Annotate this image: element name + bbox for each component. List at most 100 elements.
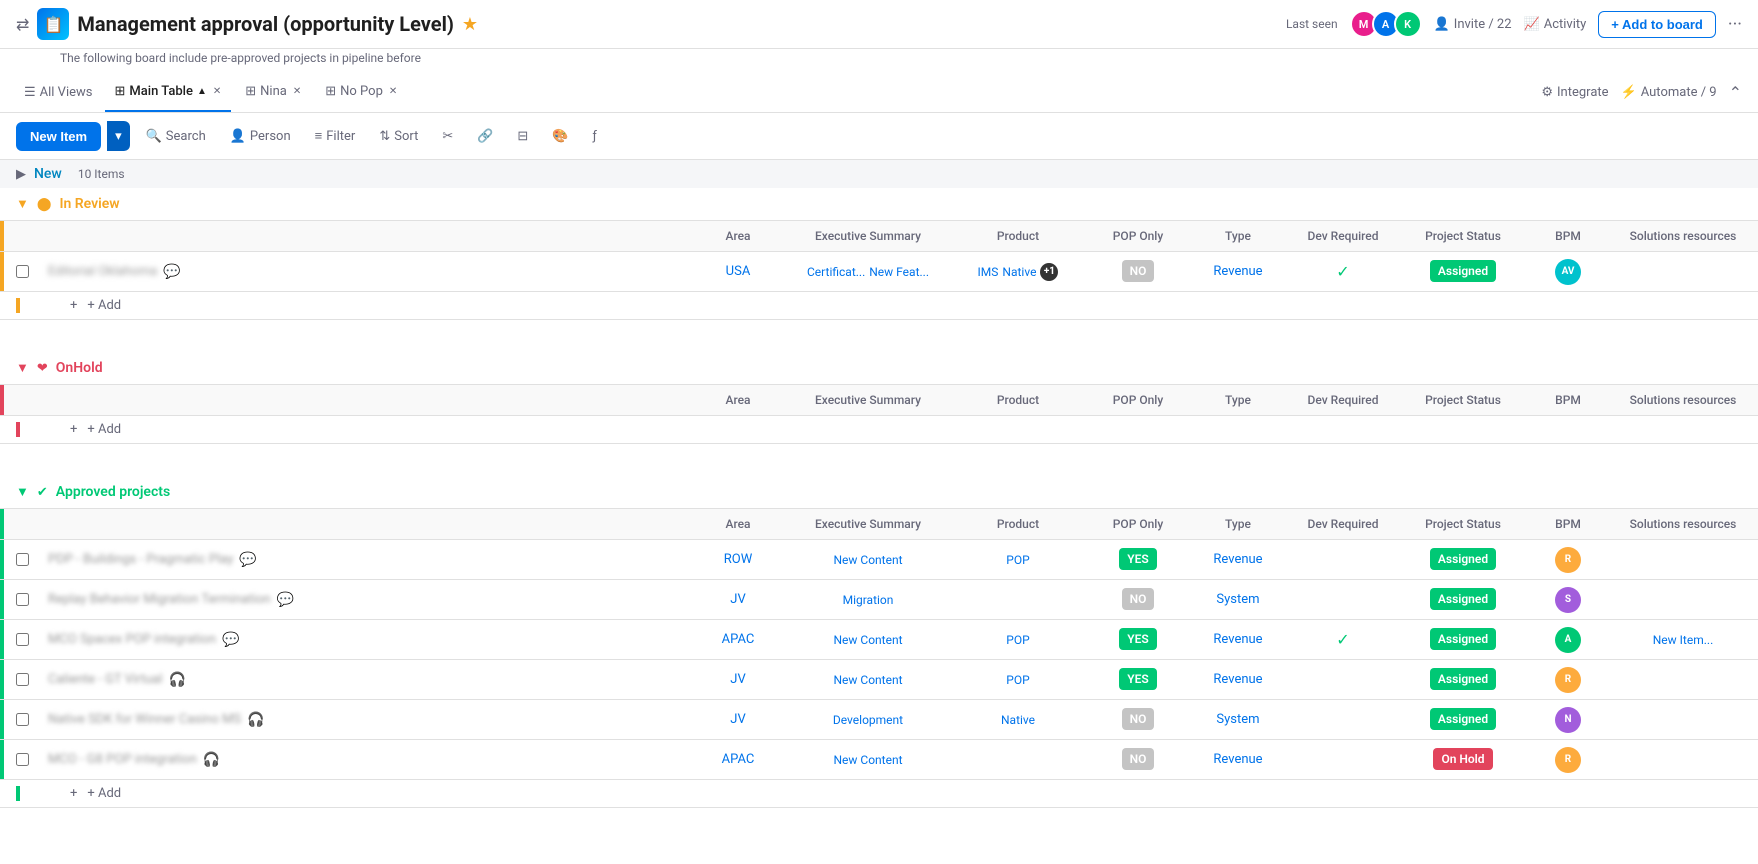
row-status-caliente[interactable]: Assigned [1398,668,1528,691]
filter-button[interactable]: ≡ Filter [307,122,364,150]
invite-button[interactable]: 👤 Invite / 22 [1434,17,1512,32]
row-bpm-caliente[interactable]: R [1528,663,1608,697]
row-bpm-mco-g8[interactable]: R [1528,743,1608,777]
row-status-mco-g8[interactable]: On Hold [1398,748,1528,771]
row-exec-cell[interactable]: Certificat... New Feat... [788,257,948,287]
row-area-caliente[interactable]: JV [688,664,788,695]
col-area-header-ap[interactable]: Area [688,509,788,539]
row-area-native-sdk[interactable]: JV [688,704,788,735]
row-status-pdp[interactable]: Assigned [1398,548,1528,571]
new-item-dropdown-button[interactable]: ▾ [107,121,130,151]
row-cb-native-sdk[interactable] [4,713,40,726]
row-type-mco-g8[interactable]: Revenue [1188,744,1288,775]
add-row-approved[interactable]: + + Add [0,780,1758,808]
new-item-button[interactable]: New Item [16,122,101,151]
row-dev-native-sdk[interactable] [1288,712,1398,728]
more-options-button[interactable]: ··· [1728,14,1742,35]
search-button[interactable]: 🔍 Search [138,123,214,150]
formula-button[interactable]: ƒ [585,123,605,150]
collapse-button[interactable]: ⌃ [1729,83,1742,102]
col-pop-header[interactable]: POP Only [1088,221,1188,251]
row-bpm-native-sdk[interactable]: N [1528,703,1608,737]
share-icon[interactable]: ⇄ [16,15,29,34]
exec-tag-1[interactable]: Certificat... [807,265,865,279]
row-name-replay[interactable]: Replay Behavior Migration Termination 💬 [40,584,688,616]
col-type-header[interactable]: Type [1188,221,1288,251]
col-dev-header-oh[interactable]: Dev Required [1288,385,1398,415]
col-exec-header[interactable]: Executive Summary [788,221,948,251]
add-to-board-button[interactable]: + Add to board [1598,11,1716,38]
product-tag-ims[interactable]: IMS [978,265,999,279]
row-name-mco-g8[interactable]: MCO - G8 POP integration 🎧 [40,744,688,776]
row-type-mco-spacex[interactable]: Revenue [1188,624,1288,655]
row-pop-mco-spacex[interactable]: YES [1088,628,1188,651]
col-exec-header-ap[interactable]: Executive Summary [788,509,948,539]
col-type-header-ap[interactable]: Type [1188,509,1288,539]
row-product-cell[interactable]: IMS Native +1 [948,255,1088,289]
col-dev-header-ap[interactable]: Dev Required [1288,509,1398,539]
col-area-header-oh[interactable]: Area [688,385,788,415]
tab-nina[interactable]: ⊞ Nina ✕ [235,73,311,112]
col-bpm-header-ap[interactable]: BPM [1528,509,1608,539]
row-area-mco-spacex[interactable]: APAC [688,624,788,655]
activity-button[interactable]: 📈 Activity [1524,17,1587,32]
row-type-replay[interactable]: System [1188,584,1288,615]
col-bpm-header-oh[interactable]: BPM [1528,385,1608,415]
row-pop-cell[interactable]: NO [1088,260,1188,283]
row-dev-mco-g8[interactable] [1288,752,1398,768]
row-bpm-cell[interactable]: AV [1528,255,1608,289]
product-tag-native[interactable]: Native [1002,265,1036,279]
row-solutions-caliente[interactable] [1608,676,1758,684]
person-button[interactable]: 👤 Person [222,123,299,150]
row-product-replay[interactable] [948,592,1088,608]
row-dev-mco-spacex[interactable]: ✓ [1288,622,1398,657]
approved-toggle[interactable]: ▼ [16,484,29,500]
group-approved-label[interactable]: Approved projects [56,484,170,500]
color-button[interactable]: 🎨 [544,123,576,150]
group-onhold-label[interactable]: OnHold [56,360,103,376]
row-name-caliente[interactable]: Caliente - GT Virtual 🎧 [40,664,688,696]
row-status-replay[interactable]: Assigned [1398,588,1528,611]
row-name-mco-spacex[interactable]: MCO Spacex POP integration 💬 [40,624,688,656]
in-review-toggle[interactable]: ▼ [16,196,29,212]
group-new-label[interactable]: New [34,166,62,182]
tab-main-table-close[interactable]: ✕ [213,86,221,97]
row-exec-replay[interactable]: Migration [788,585,948,615]
tab-no-pop[interactable]: ⊞ No Pop ✕ [315,73,407,112]
row-solutions-replay[interactable] [1608,596,1758,604]
row-exec-caliente[interactable]: New Content [788,665,948,695]
row-exec-mco-spacex[interactable]: New Content [788,625,948,655]
row-solutions-mco-spacex[interactable]: New Item... [1608,629,1758,651]
row-name-cell[interactable]: Editorial Oklahoma 💬 [40,256,688,288]
row-area-mco-g8[interactable]: APAC [688,744,788,775]
product-badge[interactable]: +1 [1040,263,1058,281]
row-product-native-sdk[interactable]: Native [948,705,1088,735]
exec-tag-2[interactable]: New Feat... [869,265,929,279]
row-pop-pdp[interactable]: YES [1088,548,1188,571]
col-status-header-oh[interactable]: Project Status [1398,385,1528,415]
row-type-native-sdk[interactable]: System [1188,704,1288,735]
col-product-header-ap[interactable]: Product [948,509,1088,539]
row-cb-mco-g8[interactable] [4,753,40,766]
link-button[interactable]: 🔗 [469,123,501,150]
row-product-caliente[interactable]: POP [948,665,1088,695]
row-bpm-replay[interactable]: S [1528,583,1608,617]
sort-button[interactable]: ⇅ Sort [371,123,426,150]
chat-icon-mco[interactable]: 💬 [222,632,239,648]
star-icon[interactable]: ★ [462,14,478,35]
col-product-header-oh[interactable]: Product [948,385,1088,415]
chat-icon-pdp[interactable]: 💬 [239,552,256,568]
columns-button[interactable]: ⊟ [509,123,536,150]
row-pop-mco-g8[interactable]: NO [1088,748,1188,771]
col-status-header-ap[interactable]: Project Status [1398,509,1528,539]
row-checkbox[interactable] [4,265,40,278]
row-solutions-native-sdk[interactable] [1608,716,1758,724]
row-pop-replay[interactable]: NO [1088,588,1188,611]
group-new-toggle[interactable]: ▶ [16,167,26,182]
col-pop-header-oh[interactable]: POP Only [1088,385,1188,415]
col-dev-header[interactable]: Dev Required [1288,221,1398,251]
col-solutions-header-ap[interactable]: Solutions resources [1608,509,1758,539]
row-dev-cell[interactable]: ✓ [1288,254,1398,289]
col-exec-header-oh[interactable]: Executive Summary [788,385,948,415]
col-area-header[interactable]: Area [688,221,788,251]
